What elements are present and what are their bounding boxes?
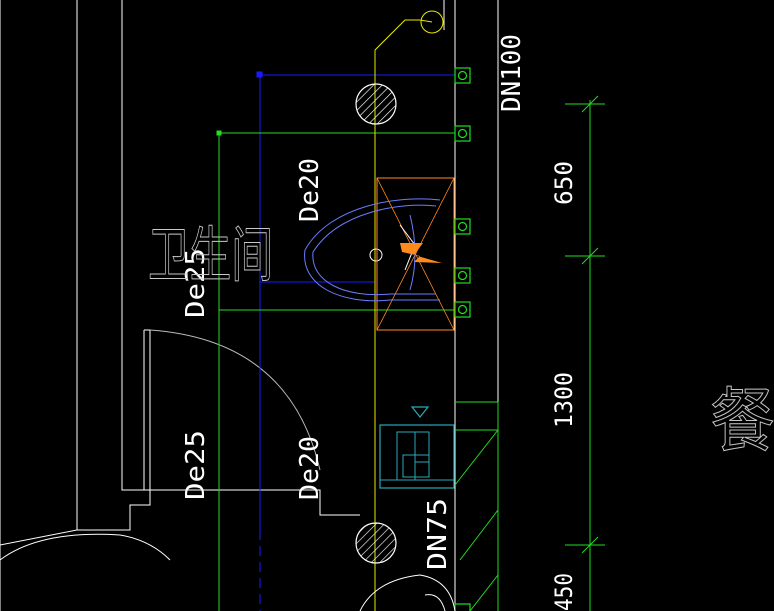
hatched-circle-icon <box>355 522 397 564</box>
lower-fixture-curve <box>359 574 456 611</box>
square-valve-icon <box>454 125 471 142</box>
label-de20-top: De20 <box>295 158 325 222</box>
lower-arc <box>0 533 171 561</box>
square-valve-icon <box>454 301 471 318</box>
label-dn100: DN100 <box>497 34 527 112</box>
label-dn75: DN75 <box>423 498 453 570</box>
door-leaf <box>143 329 151 491</box>
cad-drawing-canvas: DN100 De20 De25 De25 De20 DN75 650 1300 … <box>0 0 774 611</box>
square-valve-icon <box>454 67 471 84</box>
dim-450: 450 <box>550 573 578 611</box>
dim-1300: 1300 <box>550 372 578 428</box>
square-valve-icon <box>454 218 471 235</box>
label-de20-bottom: De20 <box>295 436 325 500</box>
dim-650: 650 <box>550 161 578 205</box>
wall-corridor <box>77 0 151 531</box>
room-name-bathroom: 卫生间 <box>148 221 273 291</box>
hatched-circle-icon <box>355 83 397 125</box>
lightning-icon <box>400 243 442 263</box>
floor-drain-circle <box>369 248 383 262</box>
valves <box>454 67 471 611</box>
green-pipe <box>216 130 455 611</box>
wall-left-inner <box>0 0 78 546</box>
room-name-dining: 餐厅 <box>710 380 774 462</box>
square-valve-icon <box>454 603 471 611</box>
triangle-marker-icon <box>410 406 430 418</box>
toilet-fixture-icon <box>304 177 455 331</box>
door <box>143 329 321 491</box>
label-de25-bottom: De25 <box>181 430 211 500</box>
square-valve-icon <box>454 267 471 284</box>
